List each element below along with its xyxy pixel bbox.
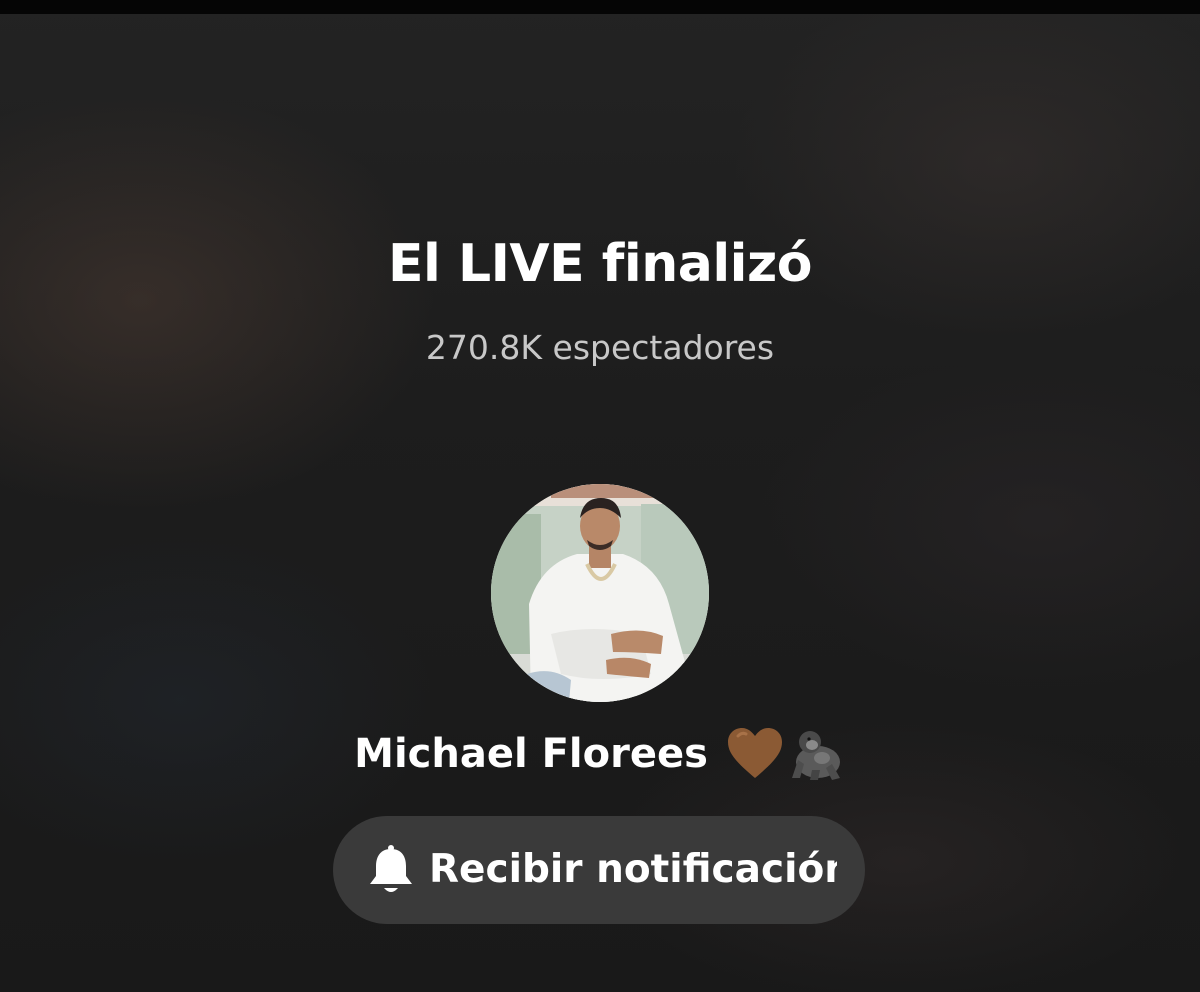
brown-heart-icon xyxy=(726,726,784,782)
receive-notification-label: Recibir notificación xyxy=(429,847,837,892)
receive-notification-button[interactable]: Recibir notificación xyxy=(333,816,865,924)
gorilla-icon xyxy=(788,726,846,782)
live-ended-screen: El LIVE finalizó 270.8K espectadores Mic… xyxy=(0,0,1200,992)
host-name-row: Michael Florees xyxy=(0,722,1200,784)
status-bar-strip xyxy=(0,0,1200,14)
host-name: Michael Florees xyxy=(354,731,708,777)
live-ended-title: El LIVE finalizó xyxy=(388,234,813,294)
bell-icon xyxy=(367,844,415,896)
viewer-count: 270.8K espectadores xyxy=(425,328,775,367)
host-avatar[interactable] xyxy=(491,484,709,702)
